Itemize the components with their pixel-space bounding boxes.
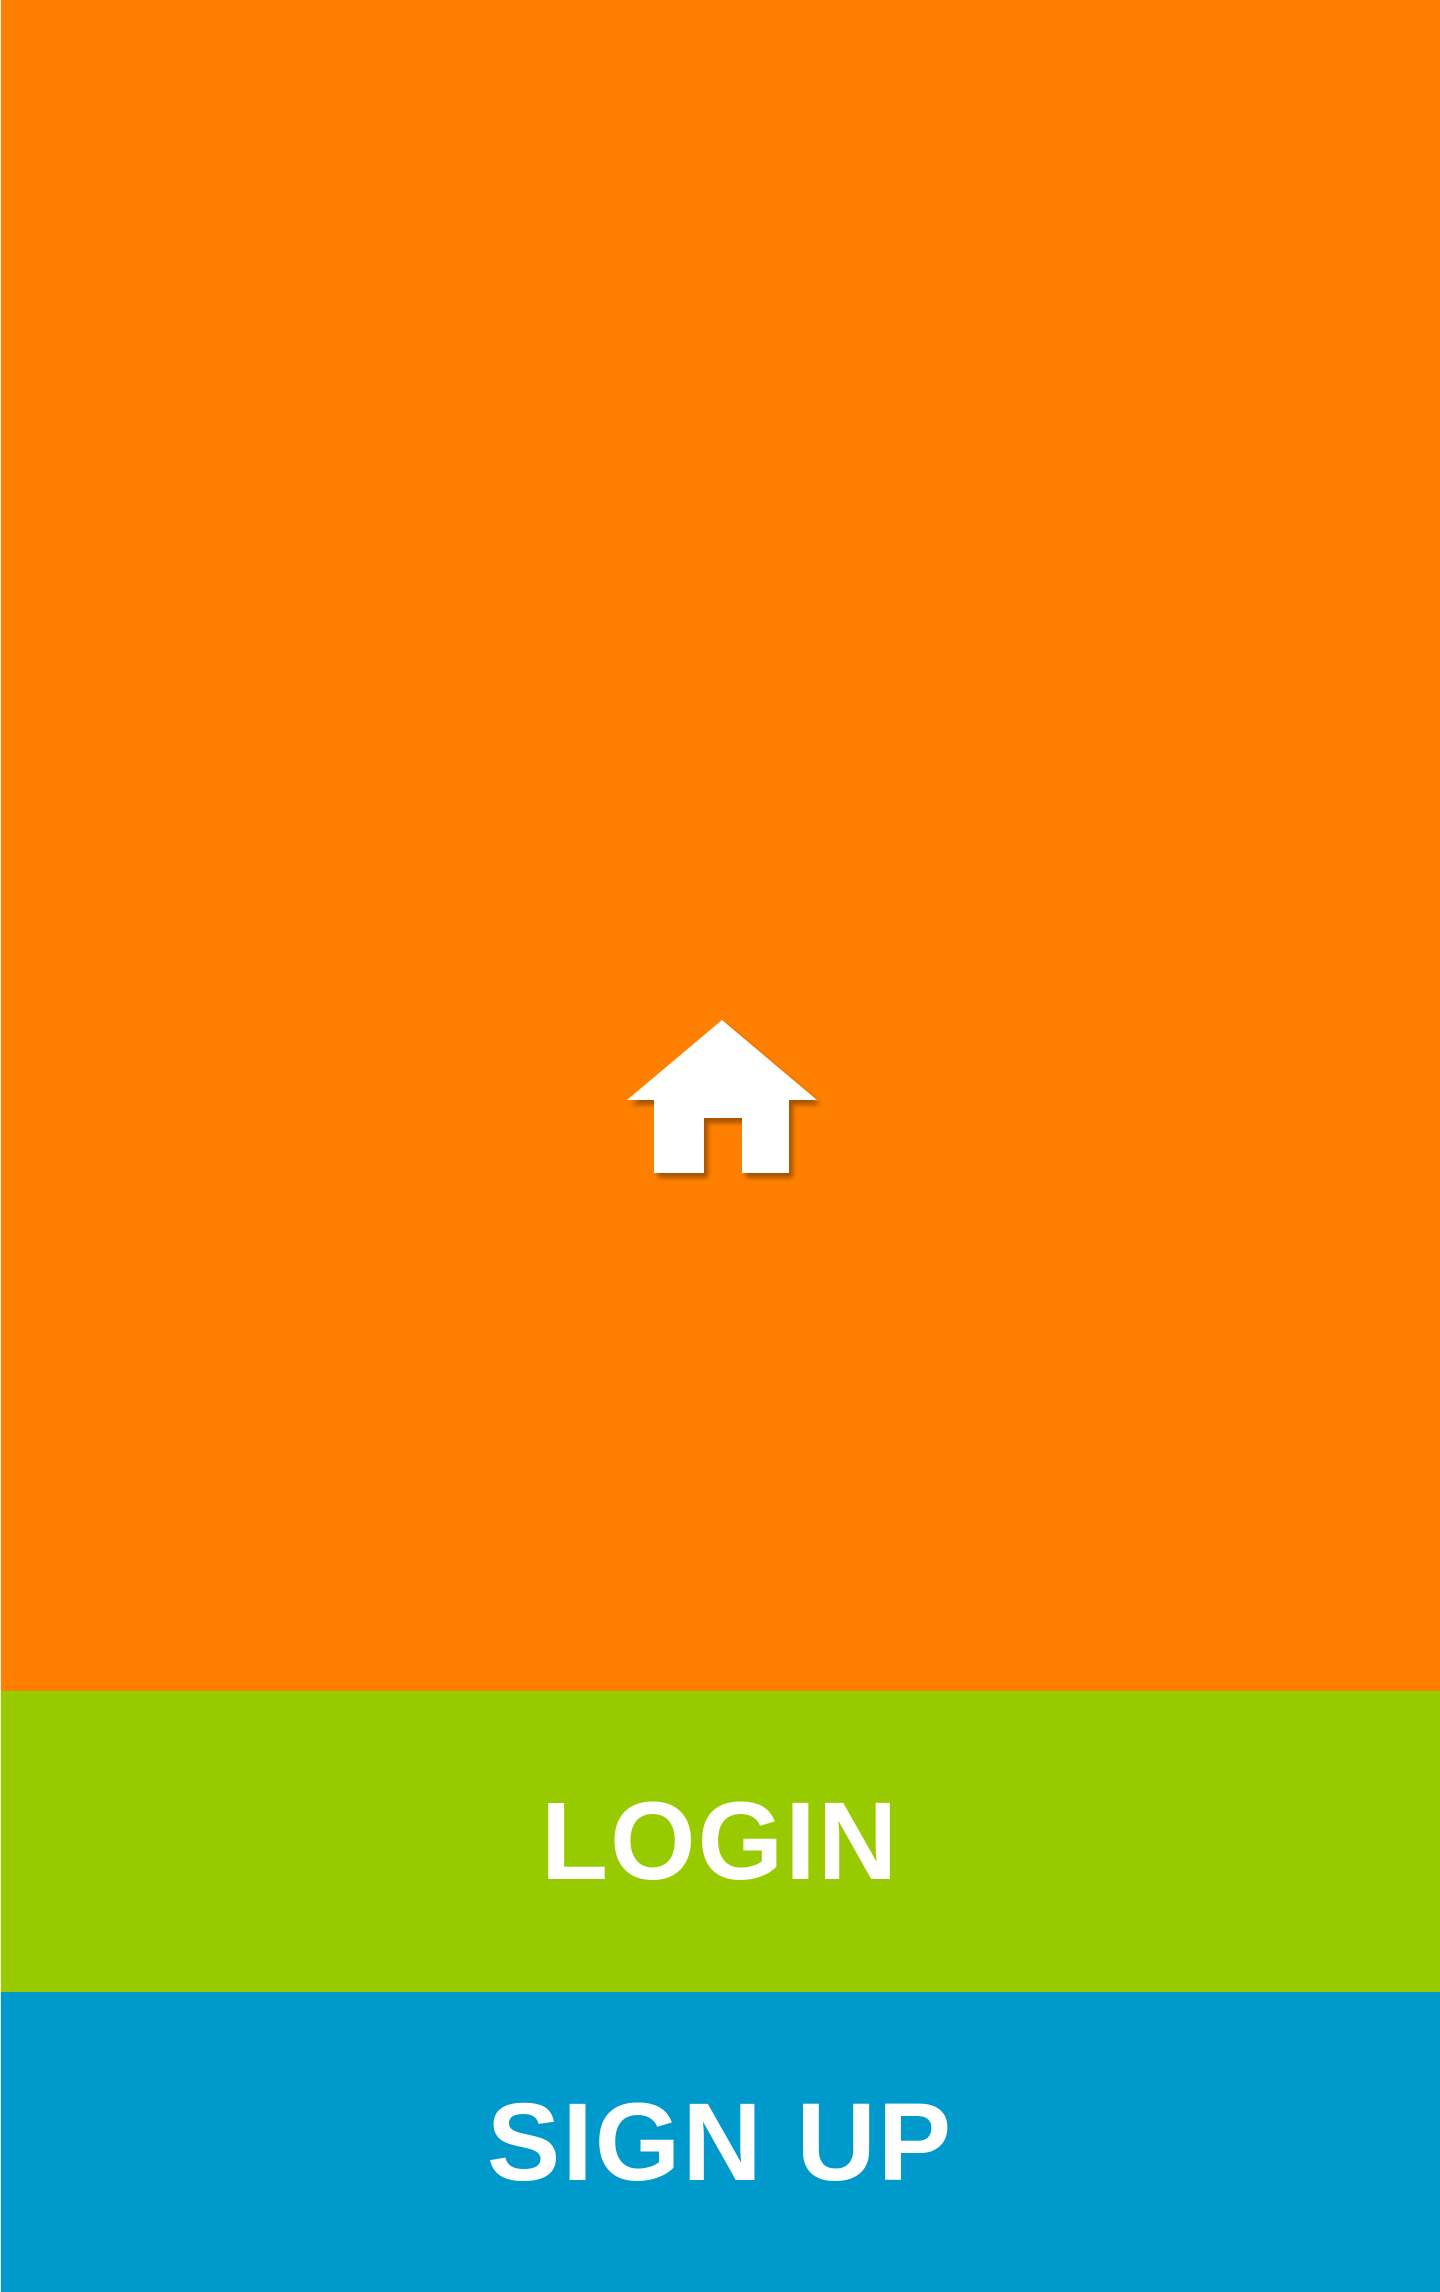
signup-button[interactable]: SIGN UP <box>0 1992 1440 2292</box>
welcome-screen: LOGIN SIGN UP <box>0 0 1440 2292</box>
home-icon <box>622 1018 822 1178</box>
login-button-label: LOGIN <box>540 1780 900 1903</box>
hero-panel <box>0 0 1440 1691</box>
left-edge-line <box>0 0 1 2292</box>
login-button[interactable]: LOGIN <box>0 1691 1440 1992</box>
signup-button-label: SIGN UP <box>486 2080 954 2204</box>
